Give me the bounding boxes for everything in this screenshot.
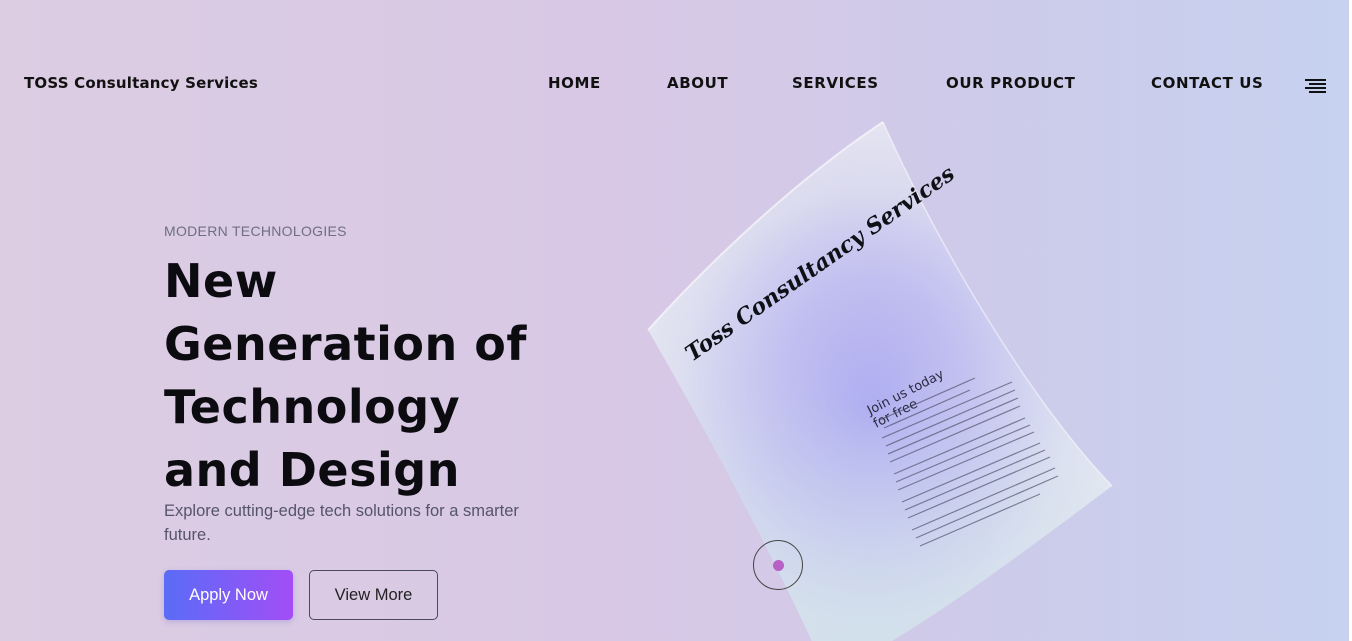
nav-about[interactable]: ABOUT (667, 74, 728, 92)
paper-title: Toss Consultancy Services (681, 161, 960, 367)
headline-line: Generation of (164, 317, 527, 371)
main-nav: HOME ABOUT SERVICES OUR PRODUCT CONTACT … (0, 74, 1352, 96)
hero-eyebrow: MODERN TECHNOLOGIES (164, 223, 347, 239)
nav-home[interactable]: HOME (548, 74, 601, 92)
paper-sheet (648, 122, 1112, 641)
hero-headline: New Generation of Technology and Design (164, 250, 584, 502)
play-video-button[interactable] (753, 540, 803, 590)
nav-our-product[interactable]: OUR PRODUCT (946, 74, 1075, 92)
nav-services[interactable]: SERVICES (792, 74, 879, 92)
hero-subtext: Explore cutting-edge tech solutions for … (164, 502, 519, 544)
headline-line: New (164, 254, 278, 308)
view-more-button[interactable]: View More (309, 570, 438, 620)
paper-heading: for free (871, 397, 920, 432)
play-dot-icon (773, 560, 784, 571)
headline-line: Technology (164, 380, 461, 434)
paper-heading: Join us today (864, 367, 947, 419)
apply-now-button[interactable]: Apply Now (164, 570, 293, 620)
headline-line: and Design (164, 443, 460, 497)
hamburger-menu-icon[interactable] (1305, 79, 1326, 93)
nav-contact-us[interactable]: CONTACT US (1151, 74, 1263, 92)
paper-body-text (879, 377, 1059, 547)
